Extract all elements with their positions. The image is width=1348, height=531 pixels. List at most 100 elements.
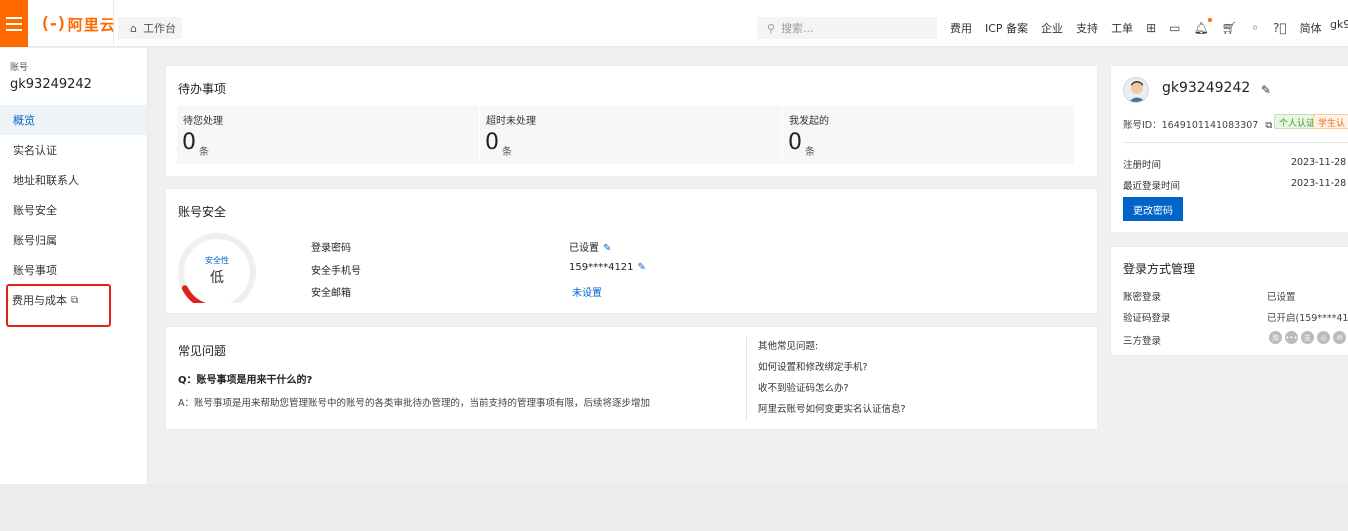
top-username[interactable]: gk93 <box>1330 18 1348 31</box>
login-label: 验证码登录 <box>1123 313 1171 324</box>
faq-card: 常见问题 Q：账号事项是用来干什么的? A：账号事项是用来帮助您管理账号中的账号… <box>165 326 1098 430</box>
last-login-label: 最近登录时间 <box>1123 181 1181 192</box>
menu-icon[interactable] <box>0 0 28 47</box>
workbench-label: 工作台 <box>142 22 176 35</box>
login-value: 已设置 <box>1267 292 1296 303</box>
security-row-label: 安全邮箱 <box>311 288 351 299</box>
divider <box>1123 142 1348 143</box>
phone-status: 159****4121 <box>569 262 634 273</box>
logo-text: 阿里云 <box>67 15 116 34</box>
taobao-icon[interactable]: 淘 <box>1269 331 1282 344</box>
terminal-icon[interactable]: ▭ <box>1169 21 1180 35</box>
nav-ticket[interactable]: 工单 <box>1111 20 1133 36</box>
top-nav: 费用 ICP 备案 企业 支持 工单 ⊞ ▭ 🔔︎ 🛒︎ ⚬ ?⃝ 简体 <box>950 17 1322 39</box>
stat-count: 0 <box>485 130 499 155</box>
password-status: 已设置 <box>569 243 599 254</box>
third-party-icons: 淘 ••• 支 ◎ ✉ <box>1269 331 1346 344</box>
sidebar-item-security[interactable]: 账号安全 <box>0 195 147 225</box>
help-icon[interactable]: ?⃝ <box>1273 21 1287 35</box>
security-row-value: 159****4121 ✎ <box>569 262 646 273</box>
todo-card: 待办事项 待您处理 0 条 超时未处理 0 条 我发起的 0 条 <box>165 65 1098 177</box>
faq-title: 常见问题 <box>178 344 227 358</box>
wechat-icon[interactable]: ✉ <box>1333 331 1346 344</box>
stat-pending[interactable]: 待您处理 0 条 <box>177 106 479 164</box>
account-id: 账号ID：1649101141083307 ⧉ <box>1123 117 1272 131</box>
lightbulb-icon[interactable]: ⚬ <box>1250 21 1260 35</box>
login-label: 三方登录 <box>1123 336 1162 347</box>
language-switch[interactable]: 简体 <box>1300 20 1322 36</box>
search-input[interactable]: ⚲ 搜索... <box>757 17 937 39</box>
stat-unit: 条 <box>805 147 815 158</box>
sidebar-item-address[interactable]: 地址和联系人 <box>0 165 147 195</box>
gauge-label: 安全性 <box>205 255 229 265</box>
faq-other-title: 其他常见问题: <box>758 341 819 352</box>
alipay-icon[interactable]: 支 <box>1301 331 1314 344</box>
divider <box>113 0 114 47</box>
edit-icon[interactable]: ✎ <box>603 243 611 254</box>
gauge-value: 低 <box>210 270 224 286</box>
account-id-text: 账号ID：1649101141083307 <box>1123 120 1259 131</box>
account-name: gk93249242 <box>10 77 92 92</box>
stat-unit: 条 <box>502 147 512 158</box>
faq-link[interactable]: 收不到验证码怎么办? <box>758 380 849 394</box>
highlight-box <box>6 284 111 327</box>
sidebar-item-ownership[interactable]: 账号归属 <box>0 225 147 255</box>
stat-unit: 条 <box>199 147 209 158</box>
search-icon: ⚲ <box>767 21 776 35</box>
change-password-button[interactable]: 更改密码 <box>1123 197 1183 221</box>
nav-icp[interactable]: ICP 备案 <box>985 20 1028 36</box>
profile-name: gk93249242 <box>1162 80 1251 96</box>
login-value: 已开启(159****4121 <box>1267 313 1348 324</box>
stat-label: 超时未处理 <box>486 116 536 127</box>
login-methods-title: 登录方式管理 <box>1123 262 1196 276</box>
page-footer-area <box>0 484 1348 531</box>
security-row-value: 已设置 ✎ <box>569 239 611 254</box>
profile-card: gk93249242 ✎ 账号ID：1649101141083307 ⧉ 个人认… <box>1110 65 1348 233</box>
robot-icon[interactable]: ⊞ <box>1146 21 1156 35</box>
sidebar: 账号 gk93249242 概览 实名认证 地址和联系人 账号安全 账号归属 账… <box>0 48 148 484</box>
account-label: 账号 <box>10 63 29 73</box>
security-row-label: 登录密码 <box>311 243 351 254</box>
edit-icon[interactable]: ✎ <box>1261 83 1271 97</box>
login-label: 账密登录 <box>1123 292 1162 303</box>
reg-time-label: 注册时间 <box>1123 160 1162 171</box>
stat-initiated[interactable]: 我发起的 0 条 <box>783 106 1074 164</box>
search-placeholder: 搜索... <box>781 22 814 35</box>
workbench-button[interactable]: ⌂ 工作台 <box>118 17 182 39</box>
faq-link[interactable]: 如何设置和修改绑定手机? <box>758 359 868 373</box>
sidebar-item-realname[interactable]: 实名认证 <box>0 135 147 165</box>
stat-label: 我发起的 <box>789 116 829 127</box>
dingtalk-icon[interactable]: ••• <box>1285 331 1298 344</box>
reg-time-value: 2023-11-28 11 <box>1291 157 1348 168</box>
avatar-icon <box>1128 81 1146 102</box>
stat-count: 0 <box>182 130 196 155</box>
login-methods-card: 登录方式管理 账密登录 已设置 验证码登录 已开启(159****4121 三方… <box>1110 246 1348 356</box>
nav-support[interactable]: 支持 <box>1076 20 1098 36</box>
sidebar-item-overview[interactable]: 概览 <box>0 105 147 135</box>
security-title: 账号安全 <box>178 205 227 219</box>
copy-icon[interactable]: ⧉ <box>1265 120 1272 131</box>
security-row-label: 安全手机号 <box>311 266 361 277</box>
stat-count: 0 <box>788 130 802 155</box>
nav-fees[interactable]: 费用 <box>950 20 972 36</box>
edit-icon[interactable]: ✎ <box>638 262 646 273</box>
faq-answer: A：账号事项是用来帮助您管理账号中的账号的各类审批待办管理的，当前支持的管理事项… <box>178 398 651 409</box>
security-card: 账号安全 安全性 低 登录密码 已设置 ✎ 安全手机号 159****4121 ✎ … <box>165 188 1098 314</box>
todo-title: 待办事项 <box>178 82 227 96</box>
cart-icon[interactable]: 🛒︎ <box>1222 21 1237 35</box>
faq-link[interactable]: 阿里云账号如何变更实名认证信息? <box>758 401 906 415</box>
divider <box>746 337 747 421</box>
bell-icon[interactable]: 🔔︎ <box>1193 18 1212 35</box>
faq-question: Q：账号事项是用来干什么的? <box>178 375 313 386</box>
top-bar: (-) 阿里云 ⌂ 工作台 ⚲ 搜索... 费用 ICP 备案 企业 支持 工单… <box>0 0 1348 47</box>
stat-overdue[interactable]: 超时未处理 0 条 <box>480 106 782 164</box>
logo-mark: (-) <box>40 14 67 34</box>
sidebar-item-matters[interactable]: 账号事项 <box>0 255 147 285</box>
home-icon: ⌂ <box>130 21 137 35</box>
weibo-icon[interactable]: ◎ <box>1317 331 1330 344</box>
aliyun-logo[interactable]: (-) 阿里云 <box>40 14 116 34</box>
student-cert-badge: 学生认 <box>1313 114 1348 129</box>
email-set-link[interactable]: 未设置 <box>572 284 602 299</box>
nav-enterprise[interactable]: 企业 <box>1041 20 1063 36</box>
stat-label: 待您处理 <box>183 116 223 127</box>
